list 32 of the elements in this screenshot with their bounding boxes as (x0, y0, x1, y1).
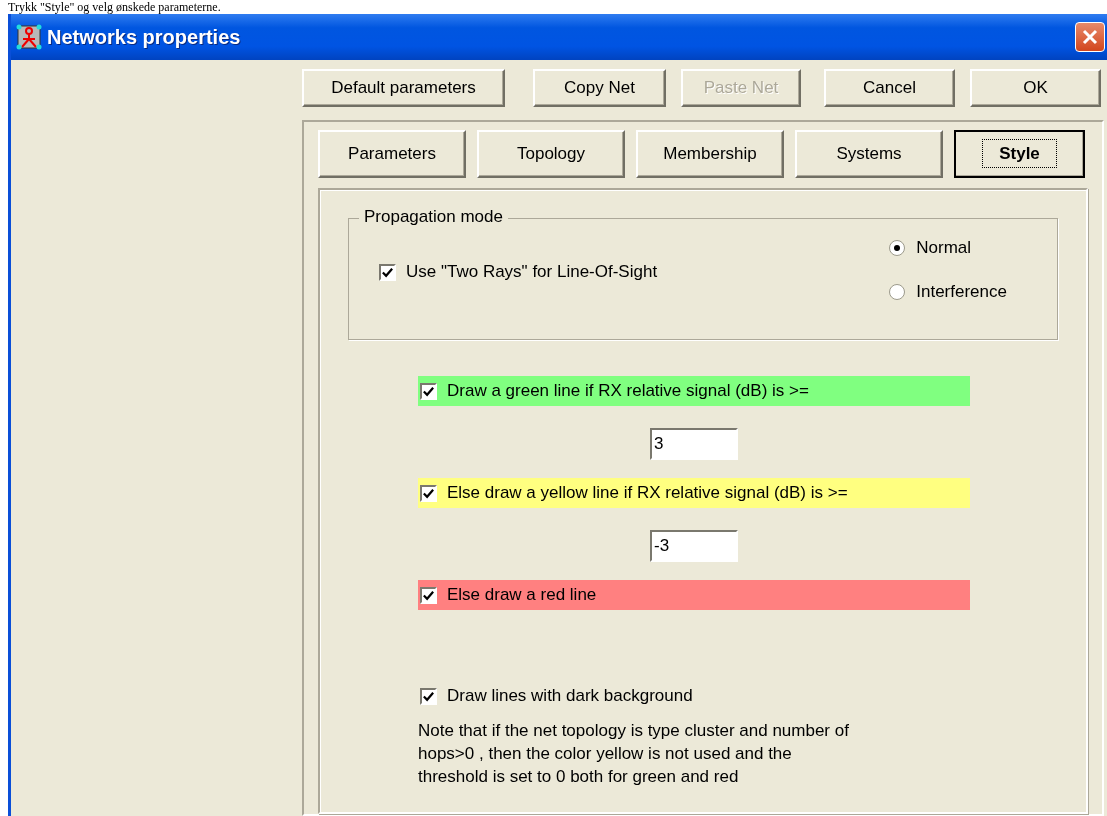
checkbox-label: Draw a green line if RX relative signal (dB) is >= (447, 381, 809, 401)
tab-button[interactable]: Systems (795, 130, 943, 178)
checkbox-label: Else draw a yellow line if RX relative signal (dB) is >= (447, 483, 848, 503)
checkbox[interactable] (420, 687, 437, 705)
radio-label: Normal (916, 238, 972, 258)
tab-button[interactable]: Membership (636, 130, 784, 178)
checkbox-label: Draw lines with dark background (447, 686, 693, 706)
tab-button[interactable]: Parameters (318, 130, 466, 178)
threshold-field[interactable]: 3 (650, 428, 738, 460)
group-title: Propagation mode (359, 207, 508, 227)
dialog-button[interactable]: OK (970, 69, 1101, 107)
checkbox[interactable] (420, 586, 437, 604)
tab-button[interactable]: Topology (477, 130, 625, 178)
checkbox[interactable] (379, 263, 396, 281)
dialog-button[interactable]: Copy Net (533, 69, 666, 107)
radio-button[interactable] (889, 284, 906, 300)
checkbox-label: Else draw a red line (447, 585, 597, 605)
dialog-button[interactable]: Default parameters (302, 69, 505, 107)
tab-button[interactable]: Style (954, 130, 1085, 178)
note-text: Note that if the net topology is type cluster and number of hops>0 , then the color yellow is not used and the threshold is set to 0 both for green and red (418, 720, 850, 788)
dialog-button[interactable]: Cancel (824, 69, 955, 107)
checkbox-label: Use "Two Rays" for Line-Of-Sight (406, 262, 658, 282)
radio-label: Interference (916, 282, 1007, 302)
network-diagram-icon (16, 24, 42, 50)
close-button[interactable] (1075, 22, 1105, 52)
checkbox[interactable] (420, 484, 437, 502)
close-icon (1080, 27, 1100, 47)
caption-text: Trykk "Style" og velg ønskede parameterne. (7, 0, 222, 14)
window-title: Networks properties (47, 25, 241, 49)
threshold-field[interactable]: -3 (650, 530, 738, 562)
checkbox[interactable] (420, 382, 437, 400)
radio-button[interactable] (889, 240, 906, 256)
